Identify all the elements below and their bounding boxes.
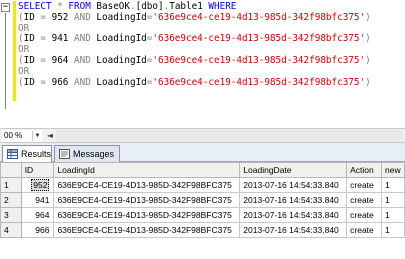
code-token: 964 (46, 54, 75, 66)
code-token: '636e9ce4-ce19-4d13-985d-342f98bfc375' (152, 33, 366, 45)
zoom-dropdown[interactable]: 00 % ▼ (2, 130, 42, 142)
code-line[interactable]: (ID = 964 AND LoadingId='636e9ce4-ce19-4… (18, 54, 371, 67)
code-token: OR (18, 22, 30, 34)
cell-new[interactable]: 1 (380, 177, 405, 193)
messages-icon (59, 149, 70, 159)
cell-action[interactable]: create (346, 222, 382, 238)
selected-cell-value: 952 (31, 179, 50, 191)
code-token: ID (23, 33, 41, 45)
results-tab-strip: Results Messages (0, 143, 405, 163)
grid-icon (7, 149, 18, 159)
row-number[interactable]: 2 (0, 192, 22, 208)
code-token: ) (365, 33, 371, 45)
tab-results[interactable]: Results (2, 145, 52, 163)
code-token: ) (365, 54, 371, 66)
table-row[interactable]: 4 966 636E9CE4-CE19-4D13-985D-342F98BFC3… (0, 222, 405, 238)
row-number[interactable]: 3 (0, 207, 22, 223)
cell-loadingdate[interactable]: 2013-07-16 14:54:33.840 (239, 222, 348, 238)
code-token: 941 (46, 33, 75, 45)
sql-editor[interactable]: − SELECT * FROM BaseOK.[dbo].Table1 WHER… (0, 0, 405, 128)
cell-new[interactable]: 1 (380, 192, 405, 208)
editor-status-row: 00 % ▼ ◄ (0, 128, 405, 143)
cell-loadingid[interactable]: 636E9CE4-CE19-4D13-985D-342F98BFC375 (53, 177, 241, 193)
cell-action[interactable]: create (346, 207, 382, 223)
cell-id[interactable]: 964 (20, 207, 55, 223)
code-token: '636e9ce4-ce19-4d13-985d-342f98bfc375' (152, 11, 366, 23)
code-token: ID (23, 54, 41, 66)
cell-loadingid[interactable]: 636E9CE4-CE19-4D13-985D-342F98BFC375 (53, 207, 241, 223)
outline-line (5, 13, 6, 109)
code-token: ) (365, 76, 371, 88)
code-line[interactable]: (ID = 966 AND LoadingId='636e9ce4-ce19-4… (18, 76, 371, 89)
code-token: SELECT (18, 1, 52, 12)
code-token: [dbo] (135, 1, 164, 12)
cell-loadingid[interactable]: 636E9CE4-CE19-4D13-985D-342F98BFC375 (53, 192, 241, 208)
cell-id[interactable]: 941 (20, 192, 55, 208)
sql-code[interactable]: SELECT * FROM BaseOK.[dbo].Table1 WHERE(… (18, 1, 371, 89)
code-token: LoadingId (90, 76, 147, 88)
code-token: AND (74, 54, 91, 66)
code-token: ID (23, 11, 41, 23)
code-line[interactable]: (ID = 941 AND LoadingId='636e9ce4-ce19-4… (18, 33, 371, 45)
code-token: OR (18, 65, 30, 77)
code-line[interactable]: (ID = 952 AND LoadingId='636e9ce4-ce19-4… (18, 11, 371, 24)
cell-loadingdate[interactable]: 2013-07-16 14:54:33.840 (239, 207, 348, 223)
cell-loadingid[interactable]: 636E9CE4-CE19-4D13-985D-342F98BFC375 (53, 222, 241, 238)
column-header-loadingid[interactable]: LoadingId (53, 162, 241, 178)
code-token: '636e9ce4-ce19-4d13-985d-342f98bfc375' (152, 54, 366, 66)
column-header-id[interactable]: ID (20, 162, 55, 178)
cell-id[interactable]: 966 (20, 222, 55, 238)
cell-new[interactable]: 1 (380, 207, 405, 223)
code-token: LoadingId (90, 11, 147, 23)
chevron-down-icon[interactable]: ▼ (32, 131, 42, 141)
code-token: AND (74, 33, 91, 45)
scroll-left-icon[interactable]: ◄ (44, 130, 56, 142)
code-token: ) (365, 11, 371, 23)
results-grid[interactable]: ID LoadingId LoadingDate Action new 1 95… (0, 162, 405, 259)
grid-empty-area (0, 241, 405, 259)
cell-action[interactable]: create (346, 192, 382, 208)
column-header-action[interactable]: Action (346, 162, 382, 178)
cell-loadingdate[interactable]: 2013-07-16 14:54:33.840 (239, 177, 348, 193)
cell-action[interactable]: create (346, 177, 382, 193)
cell-id[interactable]: 952 (20, 177, 55, 193)
cell-new[interactable]: 1 (380, 222, 405, 238)
code-token: ID (23, 76, 41, 88)
code-token: AND (74, 76, 91, 88)
row-number[interactable]: 1 (0, 177, 22, 193)
row-number[interactable]: 4 (0, 222, 22, 238)
results-table: ID LoadingId LoadingDate Action new 1 95… (0, 162, 405, 238)
header-row: ID LoadingId LoadingDate Action new (0, 162, 405, 178)
code-token: LoadingId (90, 54, 147, 66)
column-header-loadingdate[interactable]: LoadingDate (239, 162, 348, 178)
code-token: AND (74, 11, 91, 23)
table-row[interactable]: 1 952 636E9CE4-CE19-4D13-985D-342F98BFC3… (0, 177, 405, 193)
grid-corner[interactable] (0, 162, 22, 178)
zoom-value: 00 % (4, 131, 23, 140)
code-token: WHERE (208, 1, 237, 12)
code-token: FROM (68, 1, 91, 12)
code-token: 952 (46, 11, 75, 23)
cell-loadingdate[interactable]: 2013-07-16 14:54:33.840 (239, 192, 348, 208)
code-token: Table1 (169, 1, 209, 12)
tab-messages-label: Messages (73, 149, 115, 159)
tab-messages[interactable]: Messages (54, 145, 120, 162)
code-token: 966 (46, 76, 75, 88)
change-tracking-bar (13, 1, 16, 101)
table-row[interactable]: 3 964 636E9CE4-CE19-4D13-985D-342F98BFC3… (0, 207, 405, 223)
table-row[interactable]: 2 941 636E9CE4-CE19-4D13-985D-342F98BFC3… (0, 192, 405, 208)
tab-results-label: Results (21, 149, 52, 159)
code-token: '636e9ce4-ce19-4d13-985d-342f98bfc375' (152, 76, 366, 88)
code-token: OR (18, 44, 30, 56)
collapse-region-icon[interactable]: − (1, 3, 10, 12)
code-token: BaseOK (90, 1, 130, 12)
horizontal-scrollbar[interactable] (56, 130, 403, 142)
column-header-new[interactable]: new (380, 162, 405, 178)
code-token: LoadingId (90, 33, 147, 45)
